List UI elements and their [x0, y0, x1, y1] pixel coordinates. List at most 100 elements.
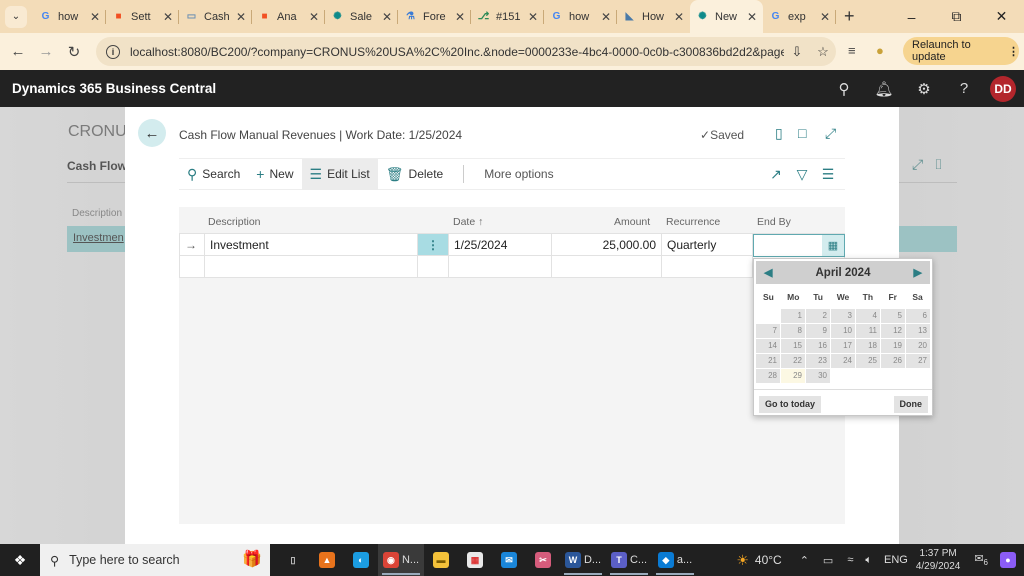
day-cell[interactable]: 15	[781, 339, 805, 353]
close-tab-icon[interactable]: ✕	[528, 10, 538, 24]
day-cell[interactable]: 28	[756, 369, 780, 383]
day-cell[interactable]: 24	[831, 354, 855, 368]
taskbar-app[interactable]: T C...	[606, 544, 652, 576]
language-indicator[interactable]: ENG	[884, 554, 908, 566]
browser-tab[interactable]: Ghow ✕	[544, 0, 617, 33]
day-cell[interactable]: 27	[906, 354, 930, 368]
date-cell[interactable]	[449, 256, 552, 277]
taskbar-app[interactable]: ▲	[310, 544, 344, 576]
end-by-input[interactable]: ▦	[753, 234, 845, 257]
close-tab-icon[interactable]: ✕	[236, 10, 246, 24]
column-header-recurrence[interactable]: Recurrence	[666, 216, 720, 228]
list-view-icon[interactable]: ☰	[815, 166, 841, 183]
taskbar-app[interactable]: ◐	[344, 544, 378, 576]
day-cell[interactable]: 22	[781, 354, 805, 368]
bookmark-star-icon[interactable]: ☆	[810, 44, 836, 60]
start-button[interactable]: ❖	[0, 544, 40, 576]
recurrence-cell[interactable]: Quarterly	[662, 234, 753, 255]
close-tab-icon[interactable]: ✕	[309, 10, 319, 24]
recurrence-cell[interactable]	[662, 256, 753, 277]
bookmark-icon[interactable]: ▯	[775, 125, 783, 142]
table-row[interactable]	[179, 255, 845, 278]
weather-icon[interactable]: ☀	[736, 552, 749, 569]
browser-tab[interactable]: Gexp ✕	[763, 0, 836, 33]
expand-icon[interactable]: ⤢	[825, 125, 836, 142]
close-tab-icon[interactable]: ✕	[455, 10, 465, 24]
day-cell[interactable]: 9	[806, 324, 830, 338]
day-cell[interactable]: 14	[756, 339, 780, 353]
day-cell[interactable]: 12	[881, 324, 905, 338]
wifi-icon[interactable]: ≈	[847, 554, 853, 566]
taskbar-app[interactable]: ✂	[526, 544, 560, 576]
day-cell[interactable]: 7	[756, 324, 780, 338]
avatar[interactable]: DD	[990, 75, 1016, 102]
done-button[interactable]: Done	[893, 396, 928, 413]
install-app-icon[interactable]: ⇩	[784, 44, 810, 60]
taskbar-search-input[interactable]: ⚲ Type here to search 🎁	[40, 544, 270, 576]
tab-search-button[interactable]: ⌄	[5, 5, 27, 28]
share-icon[interactable]: ↗	[763, 166, 789, 183]
media-control-icon[interactable]: ≡	[848, 43, 856, 58]
day-cell[interactable]: 18	[856, 339, 880, 353]
taskbar-app[interactable]: ▬	[424, 544, 458, 576]
back-button[interactable]: ←	[138, 119, 166, 147]
taskbar-app[interactable]: ◉ N...	[378, 544, 424, 576]
search-icon[interactable]: ⚲	[824, 80, 864, 98]
close-tab-icon[interactable]: ✕	[674, 10, 684, 24]
settings-gear-icon[interactable]: ⚙	[904, 80, 944, 98]
close-window-button[interactable]: ✕	[979, 0, 1024, 33]
browser-tab[interactable]: ■ Ana ✕	[252, 0, 325, 33]
weather-temp[interactable]: 40°C	[755, 553, 782, 567]
new-button[interactable]: + New	[248, 159, 301, 190]
amount-cell[interactable]	[552, 256, 662, 277]
browser-tab[interactable]: ⎇ #151 ✕	[471, 0, 544, 33]
notification-bell-icon[interactable]: 🔔︎	[864, 80, 904, 98]
chevron-up-icon[interactable]: ⌃	[800, 554, 809, 567]
table-row[interactable]: → Investment ⋮ 1/25/2024 25,000.00 Quart…	[179, 233, 845, 257]
battery-icon[interactable]: ▭	[823, 554, 833, 567]
day-cell[interactable]: 21	[756, 354, 780, 368]
close-tab-icon[interactable]: ✕	[820, 10, 830, 24]
taskbar-app[interactable]: ▯	[276, 544, 310, 576]
day-cell[interactable]: 23	[806, 354, 830, 368]
browser-tab[interactable]: ⚗ Fore ✕	[398, 0, 471, 33]
browser-tab[interactable]: ◣ How ✕	[617, 0, 690, 33]
notifications-icon[interactable]: ✉6	[974, 552, 988, 567]
forward-nav-button[interactable]: →	[32, 43, 60, 60]
site-info-icon[interactable]: i	[106, 44, 120, 59]
date-cell[interactable]: 1/25/2024	[449, 234, 552, 255]
url-input[interactable]: i localhost:8080/BC200/?company=CRONUS%2…	[96, 37, 836, 66]
day-cell[interactable]: 10	[831, 324, 855, 338]
day-cell[interactable]: 1	[781, 309, 805, 323]
clock[interactable]: 1:37 PM 4/29/2024	[916, 547, 961, 573]
day-cell[interactable]: 25	[856, 354, 880, 368]
close-tab-icon[interactable]: ✕	[163, 10, 173, 24]
amount-cell[interactable]: 25,000.00	[552, 234, 662, 255]
reload-button[interactable]: ↻	[60, 43, 88, 61]
copilot-icon[interactable]: ●	[1000, 552, 1016, 568]
calendar-icon[interactable]: ▦	[822, 235, 844, 256]
column-header-description[interactable]: Description	[208, 216, 261, 228]
profile-icon[interactable]: ●	[876, 43, 884, 58]
browser-tab[interactable]: ✺ Sale ✕	[325, 0, 398, 33]
day-cell[interactable]: 20	[906, 339, 930, 353]
edit-list-button[interactable]: ☰ Edit List	[301, 158, 378, 190]
browser-tab[interactable]: Ghow ✕	[33, 0, 106, 33]
open-new-window-icon[interactable]: □	[798, 125, 806, 141]
column-header-date[interactable]: Date ↑	[453, 216, 483, 228]
description-cell[interactable]	[205, 256, 418, 277]
day-cell[interactable]: 30	[806, 369, 830, 383]
back-nav-button[interactable]: ←	[4, 43, 32, 60]
close-tab-icon[interactable]: ✕	[601, 10, 611, 24]
day-cell[interactable]: 26	[881, 354, 905, 368]
day-cell[interactable]: 2	[806, 309, 830, 323]
next-month-button[interactable]: ▶	[914, 266, 922, 279]
today-day-cell[interactable]: 29	[781, 369, 805, 383]
day-cell[interactable]: 3	[831, 309, 855, 323]
delete-button[interactable]: 🗑︎ Delete	[378, 159, 451, 190]
description-cell[interactable]: Investment	[205, 234, 418, 255]
taskbar-app[interactable]: ✉	[492, 544, 526, 576]
day-cell[interactable]: 4	[856, 309, 880, 323]
restore-button[interactable]: ⧉	[934, 0, 979, 33]
day-cell[interactable]: 6	[906, 309, 930, 323]
